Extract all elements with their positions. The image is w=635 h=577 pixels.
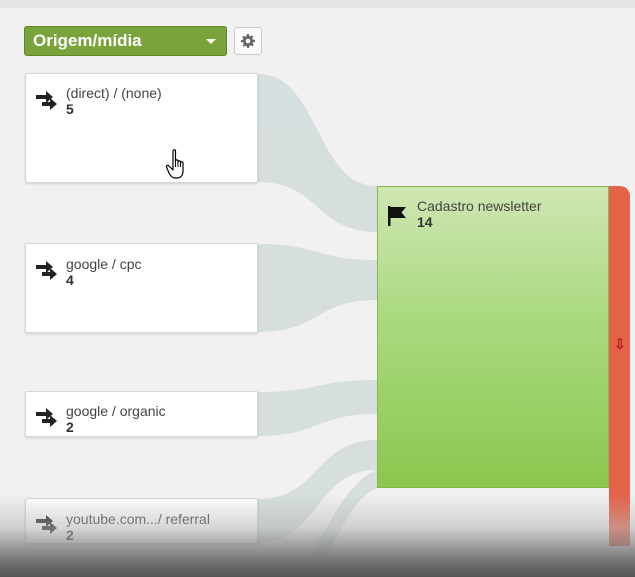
traffic-arrows-icon xyxy=(36,408,57,427)
hand-cursor-icon xyxy=(165,149,184,179)
flow-canvas: Origem/mídia (direct) / (none) 5 google … xyxy=(0,0,635,577)
source-label: google / organic xyxy=(66,403,166,419)
source-node-google-cpc[interactable]: google / cpc 4 xyxy=(25,243,258,333)
traffic-arrows-icon xyxy=(36,261,57,280)
source-count: 5 xyxy=(66,101,74,117)
source-label: google / cpc xyxy=(66,256,142,272)
source-node-youtube-referral[interactable]: youtube.com.../ referral 2 xyxy=(25,498,258,544)
goal-node[interactable]: Cadastro newsletter 14 xyxy=(377,186,609,488)
source-node-direct[interactable]: (direct) / (none) 5 xyxy=(25,73,258,183)
down-arrow-icon: ⇩ xyxy=(614,336,626,352)
dropoff-bar[interactable]: ⇩ xyxy=(609,186,630,546)
traffic-arrows-icon xyxy=(36,515,57,534)
dimension-select-label: Origem/mídia xyxy=(33,31,142,50)
settings-button[interactable] xyxy=(234,27,262,55)
source-label: youtube.com.../ referral xyxy=(66,511,210,527)
flow-organic xyxy=(258,380,377,436)
source-node-google-organic[interactable]: google / organic 2 xyxy=(25,391,258,437)
flow-cpc xyxy=(258,244,377,332)
source-count: 2 xyxy=(66,527,74,543)
source-label: (direct) / (none) xyxy=(66,85,162,101)
caret-down-icon xyxy=(206,39,216,44)
goal-label: Cadastro newsletter xyxy=(417,198,542,214)
dimension-select[interactable]: Origem/mídia xyxy=(24,26,227,56)
goal-count: 14 xyxy=(417,214,433,230)
source-count: 2 xyxy=(66,419,74,435)
source-count: 4 xyxy=(66,272,74,288)
gear-icon xyxy=(241,34,255,48)
flow-direct xyxy=(258,74,377,232)
traffic-arrows-icon xyxy=(36,91,57,110)
flag-icon xyxy=(388,206,406,226)
